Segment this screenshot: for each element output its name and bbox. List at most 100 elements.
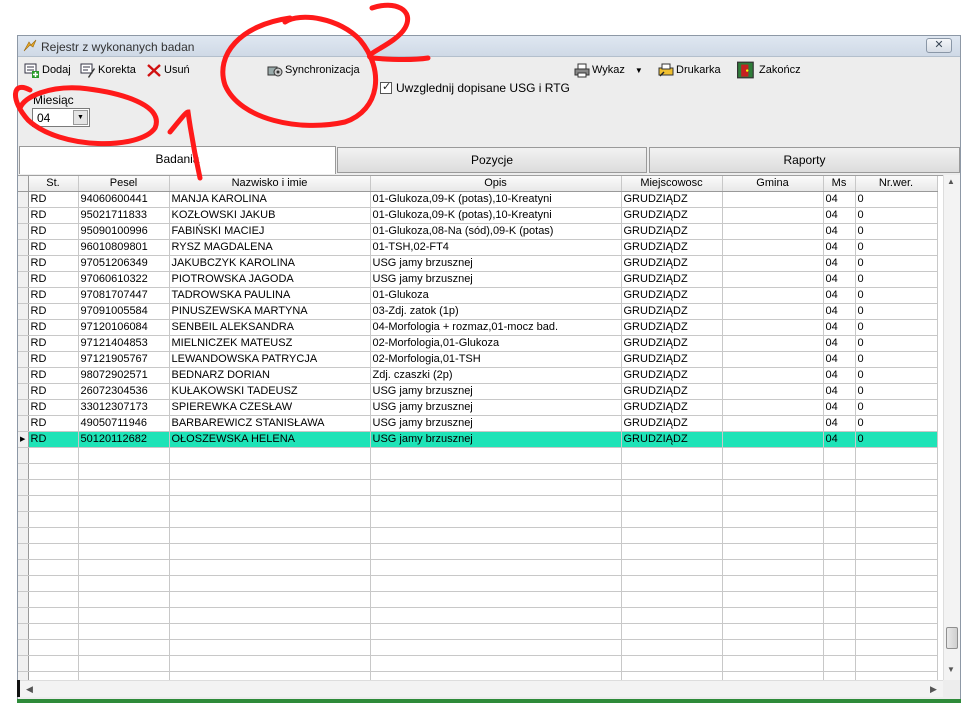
grid-cell[interactable]: SENBEIL ALEKSANDRA xyxy=(169,319,371,336)
grid-cell[interactable] xyxy=(722,655,824,672)
row-indicator[interactable] xyxy=(18,415,29,432)
grid-cell[interactable]: GRUDZIĄDZ xyxy=(621,351,723,368)
grid-cell[interactable] xyxy=(722,415,824,432)
grid-cell[interactable] xyxy=(722,223,824,240)
grid-cell[interactable]: 04-Morfologia + rozmaz,01-mocz bad. xyxy=(370,319,622,336)
grid-cell[interactable] xyxy=(621,575,723,592)
table-row[interactable]: RD 97051206349 JAKUBCZYK KAROLINA USG jamy … xyxy=(18,255,938,272)
list-button[interactable]: Wykaz ▼ xyxy=(574,62,643,78)
grid-cell[interactable]: GRUDZIĄDZ xyxy=(621,207,723,224)
table-row[interactable]: ▶ RD 50120112682 OŁOSZEWSKA HELENA USG jamy … xyxy=(18,431,938,448)
grid-cell[interactable] xyxy=(28,463,79,480)
grid-cell[interactable]: 01-Glukoza xyxy=(370,287,622,304)
row-indicator[interactable] xyxy=(18,447,29,464)
table-row[interactable]: RD 97121905767 LEWANDOWSKA PATRYCJA 02-Morf… xyxy=(18,351,938,368)
table-row[interactable]: RD 33012307173 SPIEREWKA CZESŁAW USG jamy b… xyxy=(18,399,938,416)
grid-cell[interactable]: 04 xyxy=(823,303,856,320)
grid-cell[interactable]: 04 xyxy=(823,415,856,432)
grid-cell[interactable] xyxy=(28,623,79,640)
grid-cell[interactable]: 04 xyxy=(823,399,856,416)
grid-cell[interactable] xyxy=(169,543,371,560)
grid-cell[interactable]: GRUDZIĄDZ xyxy=(621,383,723,400)
grid-cell[interactable] xyxy=(722,527,824,544)
grid-cell[interactable] xyxy=(855,655,938,672)
grid-cell[interactable] xyxy=(722,607,824,624)
grid-cell[interactable] xyxy=(823,671,856,680)
grid-cell[interactable] xyxy=(621,511,723,528)
grid-cell[interactable]: GRUDZIĄDZ xyxy=(621,335,723,352)
grid-cell[interactable]: JAKUBCZYK KAROLINA xyxy=(169,255,371,272)
grid-cell[interactable] xyxy=(78,655,170,672)
grid-cell[interactable] xyxy=(169,623,371,640)
column-header[interactable]: Opis xyxy=(370,176,622,192)
table-row[interactable]: RD 95021711833 KOZŁOWSKI JAKUB 01-Glukoza,0… xyxy=(18,207,938,224)
grid-cell[interactable] xyxy=(722,351,824,368)
tab-badania[interactable]: Badania xyxy=(19,146,336,174)
grid-cell[interactable]: 0 xyxy=(855,383,938,400)
grid-cell[interactable] xyxy=(370,479,622,496)
grid-cell[interactable] xyxy=(823,479,856,496)
row-indicator[interactable] xyxy=(18,319,29,336)
grid-cell[interactable] xyxy=(722,511,824,528)
grid-cell[interactable] xyxy=(621,607,723,624)
grid-cell[interactable] xyxy=(722,335,824,352)
grid-cell[interactable] xyxy=(722,431,824,448)
empty-row[interactable] xyxy=(18,623,938,640)
row-indicator[interactable] xyxy=(18,575,29,592)
grid-cell[interactable] xyxy=(722,495,824,512)
grid-cell[interactable] xyxy=(28,591,79,608)
table-row[interactable]: RD 97120106084 SENBEIL ALEKSANDRA 04-Morfol… xyxy=(18,319,938,336)
grid-cell[interactable] xyxy=(78,479,170,496)
grid-cell[interactable]: FABIŃSKI MACIEJ xyxy=(169,223,371,240)
grid-cell[interactable]: 49050711946 xyxy=(78,415,170,432)
grid-cell[interactable] xyxy=(621,543,723,560)
grid-cell[interactable] xyxy=(169,559,371,576)
grid-cell[interactable] xyxy=(855,639,938,656)
grid-cell[interactable] xyxy=(169,591,371,608)
grid-cell[interactable] xyxy=(823,623,856,640)
grid-cell[interactable]: 0 xyxy=(855,255,938,272)
grid-cell[interactable]: 0 xyxy=(855,239,938,256)
edit-button[interactable]: Korekta xyxy=(80,62,136,78)
table-row[interactable]: RD 97060610322 PIOTROWSKA JAGODA USG jamy b… xyxy=(18,271,938,288)
grid-cell[interactable] xyxy=(621,655,723,672)
grid-cell[interactable] xyxy=(621,671,723,680)
grid-cell[interactable]: 0 xyxy=(855,223,938,240)
grid-cell[interactable] xyxy=(855,511,938,528)
grid-cell[interactable]: 97060610322 xyxy=(78,271,170,288)
grid-cell[interactable]: OŁOSZEWSKA HELENA xyxy=(169,431,371,448)
grid-cell[interactable] xyxy=(823,559,856,576)
table-row[interactable]: RD 97121404853 MIELNICZEK MATEUSZ 02-Morfol… xyxy=(18,335,938,352)
grid-cell[interactable]: 97121404853 xyxy=(78,335,170,352)
chevron-down-icon[interactable]: ▼ xyxy=(73,110,88,125)
grid-cell[interactable] xyxy=(370,655,622,672)
column-header[interactable]: Pesel xyxy=(78,176,170,192)
grid-cell[interactable]: 04 xyxy=(823,351,856,368)
grid-cell[interactable]: GRUDZIĄDZ xyxy=(621,287,723,304)
grid-cell[interactable]: 97120106084 xyxy=(78,319,170,336)
grid-cell[interactable] xyxy=(823,591,856,608)
grid-cell[interactable]: USG jamy brzusznej xyxy=(370,399,622,416)
grid-cell[interactable]: GRUDZIĄDZ xyxy=(621,271,723,288)
column-header[interactable]: Nazwisko i imie xyxy=(169,176,371,192)
grid-cell[interactable]: 0 xyxy=(855,303,938,320)
grid-cell[interactable] xyxy=(855,671,938,680)
grid-cell[interactable] xyxy=(78,559,170,576)
grid-cell[interactable] xyxy=(722,191,824,208)
grid-cell[interactable] xyxy=(621,463,723,480)
row-indicator[interactable] xyxy=(18,527,29,544)
grid-cell[interactable] xyxy=(621,527,723,544)
grid-cell[interactable]: GRUDZIĄDZ xyxy=(621,367,723,384)
grid-cell[interactable]: PIOTROWSKA JAGODA xyxy=(169,271,371,288)
table-row[interactable]: RD 95090100996 FABIŃSKI MACIEJ 01-Glukoza,0… xyxy=(18,223,938,240)
column-header[interactable]: St. xyxy=(28,176,79,192)
row-indicator[interactable] xyxy=(18,255,29,272)
grid-cell[interactable] xyxy=(823,511,856,528)
table-row[interactable]: RD 26072304536 KUŁAKOWSKI TADEUSZ USG jamy … xyxy=(18,383,938,400)
row-indicator[interactable] xyxy=(18,271,29,288)
grid-cell[interactable]: RD xyxy=(28,351,79,368)
grid-cell[interactable] xyxy=(370,575,622,592)
empty-row[interactable] xyxy=(18,463,938,480)
grid-cell[interactable]: 97121905767 xyxy=(78,351,170,368)
grid-cell[interactable]: RD xyxy=(28,239,79,256)
